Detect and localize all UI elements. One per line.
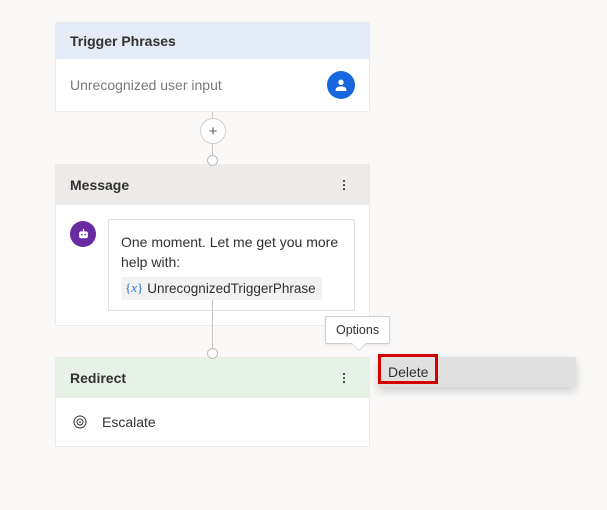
message-options-button[interactable] — [333, 174, 355, 196]
variable-chip[interactable]: x UnrecognizedTriggerPhrase — [121, 277, 322, 301]
add-node-button[interactable]: + — [200, 118, 226, 144]
delete-menu-item[interactable]: Delete — [378, 357, 576, 387]
options-tooltip: Options — [325, 316, 390, 344]
trigger-body-text: Unrecognized user input — [70, 77, 222, 93]
variable-fx-icon: x — [125, 279, 143, 298]
message-content[interactable]: One moment. Let me get you more help wit… — [108, 219, 355, 311]
variable-name: UnrecognizedTriggerPhrase — [147, 279, 315, 299]
escalate-icon — [70, 412, 90, 432]
redirect-options-button[interactable] — [333, 367, 355, 389]
port-icon — [207, 348, 218, 359]
message-text: One moment. Let me get you more help wit… — [121, 232, 342, 273]
connector-line — [212, 300, 213, 355]
port-icon — [207, 155, 218, 166]
user-icon — [327, 71, 355, 99]
message-header: Message — [70, 177, 129, 193]
redirect-header: Redirect — [70, 370, 126, 386]
redirect-node[interactable]: Redirect Escalate — [55, 357, 370, 447]
trigger-phrases-node[interactable]: Trigger Phrases Unrecognized user input — [55, 22, 370, 112]
trigger-header: Trigger Phrases — [56, 23, 369, 59]
context-menu[interactable]: Delete — [378, 357, 576, 387]
bot-icon — [70, 221, 96, 247]
redirect-action: Escalate — [102, 414, 156, 430]
